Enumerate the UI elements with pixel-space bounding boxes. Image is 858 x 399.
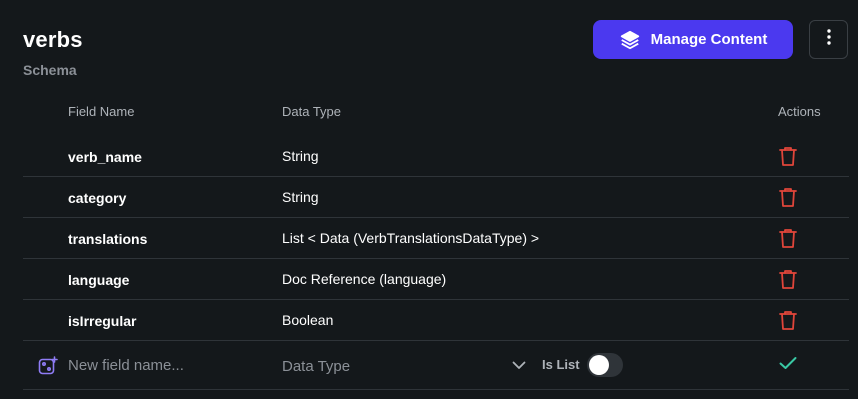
- header-actions: Actions: [778, 104, 821, 119]
- add-field-icon: [38, 356, 58, 381]
- delete-icon[interactable]: [778, 145, 798, 167]
- field-type: Boolean: [282, 312, 334, 328]
- new-field-row: Data Type Is List: [23, 341, 849, 390]
- field-name: category: [68, 190, 127, 206]
- field-type: String: [282, 189, 319, 205]
- checkmark-icon[interactable]: [779, 356, 797, 375]
- data-type-dropdown[interactable]: Data Type: [282, 354, 526, 378]
- table-row[interactable]: verb_name String: [23, 136, 849, 177]
- chevron-down-icon: [512, 357, 526, 375]
- header-data-type: Data Type: [282, 104, 342, 119]
- collection-subtitle: Schema: [23, 62, 77, 78]
- field-type: List < Data (VerbTranslationsDataType) >: [282, 230, 540, 246]
- manage-content-button[interactable]: Manage Content: [593, 20, 793, 59]
- more-options-button[interactable]: [809, 20, 848, 59]
- is-list-label: Is List: [542, 357, 580, 372]
- field-name: language: [68, 272, 130, 288]
- collection-title: verbs: [23, 27, 83, 52]
- delete-icon[interactable]: [778, 268, 798, 290]
- data-type-placeholder: Data Type: [282, 357, 351, 375]
- field-name: isIrregular: [68, 313, 137, 329]
- toggle-knob: [589, 355, 609, 375]
- field-type: String: [282, 148, 319, 164]
- field-name: translations: [68, 231, 148, 247]
- table-row[interactable]: language Doc Reference (language): [23, 259, 849, 300]
- table-row[interactable]: isIrregular Boolean: [23, 300, 849, 341]
- manage-content-label: Manage Content: [650, 31, 768, 48]
- delete-icon[interactable]: [778, 309, 798, 331]
- delete-icon[interactable]: [778, 186, 798, 208]
- delete-icon[interactable]: [778, 227, 798, 249]
- is-list-toggle[interactable]: [587, 353, 623, 377]
- header-field-name: Field Name: [68, 104, 135, 119]
- more-vertical-icon: [826, 29, 831, 50]
- new-field-name-input[interactable]: [68, 357, 268, 374]
- table-row[interactable]: translations List < Data (VerbTranslatio…: [23, 218, 849, 259]
- field-type: Doc Reference (language): [282, 271, 447, 287]
- field-name: verb_name: [68, 149, 142, 165]
- table-header: Field Name Data Type Actions: [0, 104, 858, 124]
- layers-icon: [619, 29, 641, 51]
- table-row[interactable]: category String: [23, 177, 849, 218]
